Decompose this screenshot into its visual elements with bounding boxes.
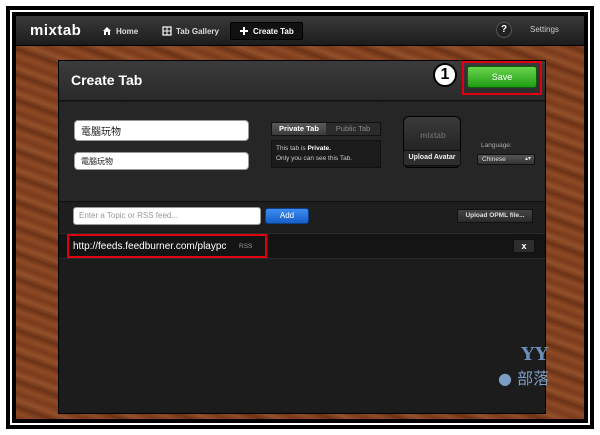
top-navigation: mixtab Home Tab Gallery Create Tab ? Set… bbox=[16, 16, 584, 46]
settings-link[interactable]: Settings bbox=[530, 25, 559, 34]
language-label: Language: bbox=[481, 142, 512, 149]
add-button[interactable]: Add bbox=[265, 208, 309, 224]
tab-name-value: 電腦玩物 bbox=[81, 127, 121, 138]
mixtab-logo[interactable]: mixtab bbox=[30, 22, 81, 39]
watermark-bottom: ● 部落 bbox=[498, 365, 549, 389]
apple-icon: ● bbox=[498, 369, 512, 388]
privacy-toggle: Private Tab Public Tab bbox=[271, 122, 381, 136]
nav-tab-gallery[interactable]: Tab Gallery bbox=[162, 23, 219, 39]
watermark: YY ● 部落 bbox=[498, 344, 549, 389]
save-button[interactable]: Save bbox=[467, 66, 537, 88]
create-tab-panel: Create Tab 1 Save 電腦玩物 電腦玩物 Private Tab … bbox=[58, 60, 546, 414]
language-selected-value: Chinese bbox=[482, 156, 506, 163]
nav-tab-gallery-label: Tab Gallery bbox=[176, 26, 219, 36]
remove-feed-button[interactable]: x bbox=[513, 239, 535, 253]
home-icon bbox=[102, 26, 112, 36]
privacy-line-1: This tab is Private. bbox=[276, 144, 376, 154]
public-tab-option[interactable]: Public Tab bbox=[326, 123, 380, 135]
watermark-top: YY bbox=[521, 344, 550, 365]
avatar-logo-text: mixtab bbox=[420, 131, 446, 140]
page-title: Create Tab bbox=[71, 72, 143, 88]
privacy-line-1-strong: Private. bbox=[307, 145, 331, 152]
private-tab-option[interactable]: Private Tab bbox=[272, 123, 326, 135]
language-select[interactable]: Chinese ▴▾ bbox=[477, 154, 535, 165]
nav-create-tab[interactable]: Create Tab bbox=[230, 22, 303, 40]
topic-rss-input[interactable]: Enter a Topic or RSS feed... bbox=[73, 207, 261, 225]
watermark-bottom-text: 部落 bbox=[517, 369, 550, 388]
tab-name-input[interactable]: 電腦玩物 bbox=[74, 120, 249, 141]
step-number-badge: 1 bbox=[433, 63, 457, 87]
privacy-line-2: Only you can see this Tab. bbox=[276, 155, 353, 162]
privacy-line-1-prefix: This tab is bbox=[276, 145, 308, 152]
upload-avatar-button[interactable]: Upload Avatar bbox=[403, 150, 461, 166]
updown-caret-icon: ▴▾ bbox=[524, 156, 531, 162]
tab-description-input[interactable]: 電腦玩物 bbox=[74, 152, 249, 170]
grid-icon bbox=[162, 26, 172, 36]
feed-highlight-box bbox=[67, 234, 267, 258]
privacy-description: This tab is Private. Only you can see th… bbox=[271, 140, 381, 168]
topic-input-row: Enter a Topic or RSS feed... Add Upload … bbox=[59, 203, 545, 231]
app-screen: mixtab Home Tab Gallery Create Tab ? Set… bbox=[16, 16, 584, 419]
upload-opml-button[interactable]: Upload OPML file... bbox=[457, 209, 533, 223]
list-item: http://feeds.feedburner.com/playpc RSS x bbox=[59, 233, 545, 259]
help-button[interactable]: ? bbox=[496, 22, 512, 38]
nav-home-label: Home bbox=[116, 26, 139, 36]
plus-icon bbox=[239, 26, 249, 36]
nav-create-tab-label: Create Tab bbox=[253, 26, 294, 36]
tab-description-value: 電腦玩物 bbox=[81, 156, 113, 166]
nav-home[interactable]: Home bbox=[102, 23, 138, 39]
panel-header: Create Tab 1 Save bbox=[59, 61, 545, 101]
tab-settings-section: 電腦玩物 電腦玩物 Private Tab Public Tab This ta… bbox=[59, 102, 545, 202]
